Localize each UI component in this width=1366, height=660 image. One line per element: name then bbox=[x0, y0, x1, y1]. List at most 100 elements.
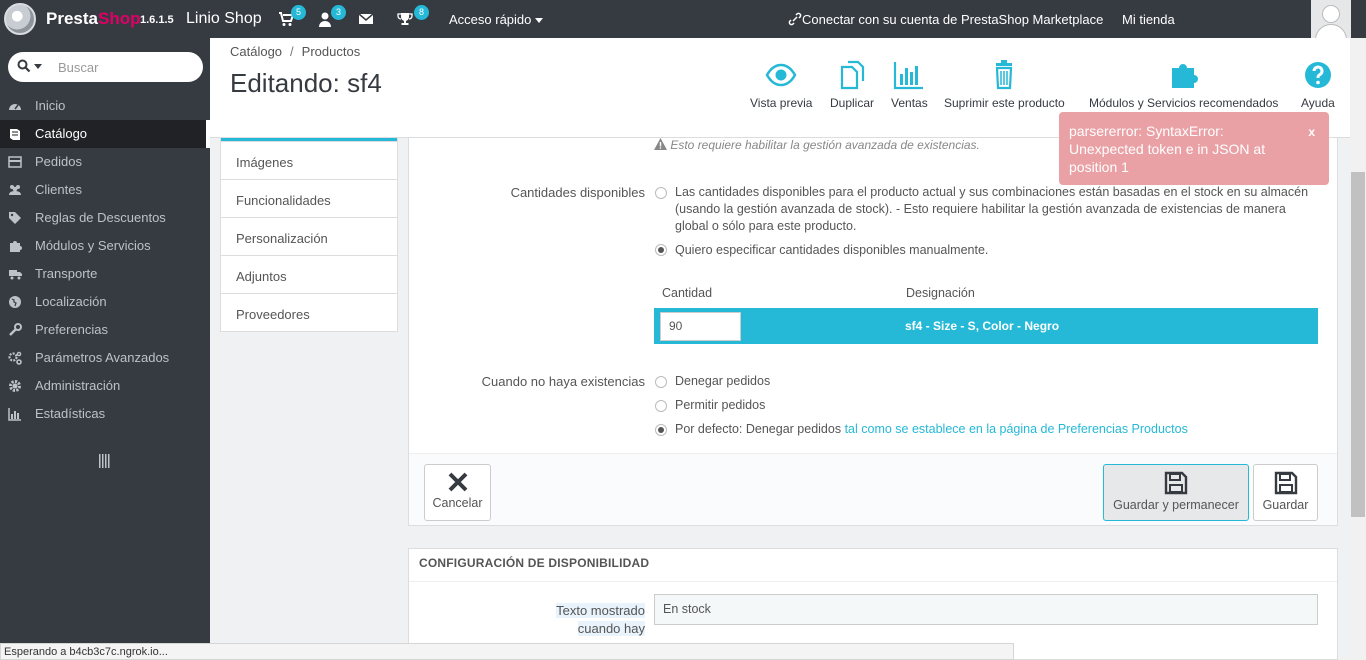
heading-divider bbox=[409, 581, 1337, 582]
caret-down-icon bbox=[535, 18, 544, 24]
sidebar-item-label: Catálogo bbox=[35, 126, 88, 141]
sidebar-item-localizacion[interactable]: Localización bbox=[0, 288, 210, 316]
warning-icon bbox=[654, 138, 667, 150]
tab-imagenes[interactable]: Imágenes bbox=[221, 141, 397, 179]
quick-access-menu[interactable]: Acceso rápido bbox=[449, 12, 544, 27]
radio-advanced-stock[interactable] bbox=[655, 187, 667, 199]
advanced-stock-line-2: (usando la gestión avanzada de stock). -… bbox=[675, 202, 1286, 216]
warning-text: Esto requiere habilitar la gestión avanz… bbox=[670, 138, 980, 152]
preview-button[interactable]: Vista previa bbox=[750, 60, 812, 110]
trophies-badge: 8 bbox=[414, 5, 429, 20]
sidebar-item-modulos[interactable]: Módulos y Servicios bbox=[0, 232, 210, 260]
close-notification-button[interactable]: x bbox=[1308, 123, 1315, 141]
tab-funcionalidades[interactable]: Funcionalidades bbox=[221, 179, 397, 217]
search-type-caret-icon[interactable] bbox=[34, 64, 42, 69]
my-shop-link[interactable]: Mi tienda bbox=[1122, 12, 1175, 27]
sidebar-item-parametros[interactable]: Parámetros Avanzados bbox=[0, 344, 210, 372]
search-box[interactable]: Buscar bbox=[8, 52, 203, 82]
duplicate-label: Duplicar bbox=[830, 96, 875, 110]
sidebar-item-label: Módulos y Servicios bbox=[35, 238, 151, 253]
default-behavior-text: Por defecto: Denegar pedidos tal como se… bbox=[675, 421, 1188, 438]
radio-manual-quantities[interactable] bbox=[655, 244, 667, 256]
copy-icon bbox=[840, 60, 865, 90]
sidebar-item-pedidos[interactable]: Pedidos bbox=[0, 148, 210, 176]
main-nav: Inicio Catálogo Pedidos Clientes Reglas … bbox=[0, 92, 210, 428]
sales-button[interactable]: Ventas bbox=[891, 60, 928, 110]
save-button[interactable]: Guardar bbox=[1253, 464, 1318, 521]
modules-label: Módulos y Servicios recomendados bbox=[1089, 96, 1279, 110]
browser-status-bar: Esperando a b4cb3c7c.ngrok.io... bbox=[0, 643, 1014, 660]
available-quantities-label: Cantidades disponibles bbox=[510, 185, 645, 200]
quantity-input[interactable]: 90 bbox=[660, 312, 741, 341]
recommended-modules-button[interactable]: Módulos y Servicios recomendados bbox=[1089, 60, 1278, 110]
tab-adjuntos[interactable]: Adjuntos bbox=[221, 255, 397, 293]
save-and-stay-button[interactable]: Guardar y permanecer bbox=[1103, 464, 1249, 521]
radio-default-behavior[interactable] bbox=[655, 424, 667, 436]
sidebar-item-inicio[interactable]: Inicio bbox=[0, 92, 210, 120]
collapse-sidebar-icon[interactable] bbox=[99, 454, 111, 468]
envelope-icon[interactable] bbox=[358, 11, 374, 27]
table-row: 90 sf4 - Size - S, Color - Negro bbox=[654, 308, 1318, 344]
truck-icon bbox=[9, 270, 22, 280]
sidebar-item-label: Inicio bbox=[35, 98, 66, 113]
in-stock-label-line-1: Texto mostrado bbox=[556, 603, 645, 618]
default-behavior-label: Por defecto: Denegar pedidos bbox=[675, 422, 842, 436]
marketplace-label: Conectar con su cuenta de PrestaShop Mar… bbox=[802, 12, 1104, 27]
breadcrumb: Catálogo / Productos bbox=[230, 44, 360, 59]
sidebar-item-descuentos[interactable]: Reglas de Descuentos bbox=[0, 204, 210, 232]
tab-personalizacion[interactable]: Personalización bbox=[221, 217, 397, 255]
wrench-icon bbox=[9, 323, 22, 336]
in-stock-text-label: Texto mostrado cuando hay bbox=[539, 602, 645, 638]
tag-icon bbox=[9, 212, 21, 224]
allow-orders-text: Permitir pedidos bbox=[675, 398, 766, 412]
employee-avatar[interactable] bbox=[1311, 0, 1351, 38]
avatar-torso bbox=[1315, 24, 1347, 38]
close-icon bbox=[448, 472, 467, 492]
sidebar-item-transporte[interactable]: Transporte bbox=[0, 260, 210, 288]
radio-deny-orders[interactable] bbox=[655, 376, 667, 388]
puzzle-icon bbox=[1171, 64, 1198, 88]
sidebar: Buscar Inicio Catálogo Pedidos Clientes … bbox=[0, 38, 210, 660]
marketplace-link[interactable]: Conectar con su cuenta de PrestaShop Mar… bbox=[788, 12, 1103, 27]
eye-icon bbox=[765, 63, 797, 87]
tab-proveedores[interactable]: Proveedores bbox=[221, 293, 397, 331]
in-stock-text-input[interactable]: En stock bbox=[654, 594, 1318, 625]
search-input[interactable]: Buscar bbox=[58, 60, 98, 75]
prestashop-logo-icon[interactable] bbox=[4, 3, 36, 35]
sidebar-item-preferencias[interactable]: Preferencias bbox=[0, 316, 210, 344]
sidebar-item-administracion[interactable]: Administración bbox=[0, 372, 210, 400]
quantities-panel: Esto requiere habilitar la gestión avanz… bbox=[408, 138, 1338, 526]
avatar-head bbox=[1322, 5, 1340, 23]
shop-name[interactable]: Linio Shop bbox=[186, 10, 262, 28]
sidebar-item-clientes[interactable]: Clientes bbox=[0, 176, 210, 204]
puzzle-icon bbox=[10, 241, 22, 252]
duplicate-button[interactable]: Duplicar bbox=[830, 60, 874, 110]
scrollbar-thumb[interactable] bbox=[1351, 172, 1365, 517]
book-icon bbox=[10, 129, 20, 140]
in-stock-label-line-2: cuando hay bbox=[577, 621, 645, 636]
breadcrumb-productos[interactable]: Productos bbox=[302, 44, 361, 59]
globe-icon bbox=[9, 296, 21, 308]
sidebar-item-label: Reglas de Descuentos bbox=[35, 210, 166, 225]
sidebar-item-estadisticas[interactable]: Estadísticas bbox=[0, 400, 210, 428]
orders-badge: 5 bbox=[291, 5, 306, 20]
radio-allow-orders[interactable] bbox=[655, 400, 667, 412]
brand-name[interactable]: PrestaShop bbox=[46, 9, 140, 29]
help-button[interactable]: Ayuda bbox=[1301, 60, 1335, 110]
error-notification: x parsererror: SyntaxError: Unexpected t… bbox=[1059, 112, 1329, 185]
trophy-icon[interactable] bbox=[397, 11, 413, 27]
table-header: Cantidad Designación bbox=[654, 278, 1318, 308]
brand-accent: Shop bbox=[97, 9, 141, 28]
sidebar-item-catalogo[interactable]: Catálogo bbox=[0, 120, 210, 148]
sidebar-item-label: Estadísticas bbox=[35, 406, 106, 421]
cogs-icon bbox=[8, 351, 22, 365]
cancel-button[interactable]: Cancelar bbox=[424, 464, 491, 521]
save-icon bbox=[1164, 471, 1188, 495]
advanced-stock-line-3: global o sólo para este producto. bbox=[675, 219, 857, 233]
delete-product-button[interactable]: Suprimir este producto bbox=[944, 60, 1065, 110]
advanced-stock-warning: Esto requiere habilitar la gestión avanz… bbox=[654, 138, 980, 152]
preferences-products-link[interactable]: tal como se establece en la página de Pr… bbox=[845, 422, 1188, 436]
search-icon[interactable] bbox=[17, 59, 31, 73]
top-header: PrestaShop 1.6.1.5 Linio Shop 5 3 8 Acce… bbox=[0, 0, 1366, 38]
breadcrumb-catalogo[interactable]: Catálogo bbox=[230, 44, 282, 59]
